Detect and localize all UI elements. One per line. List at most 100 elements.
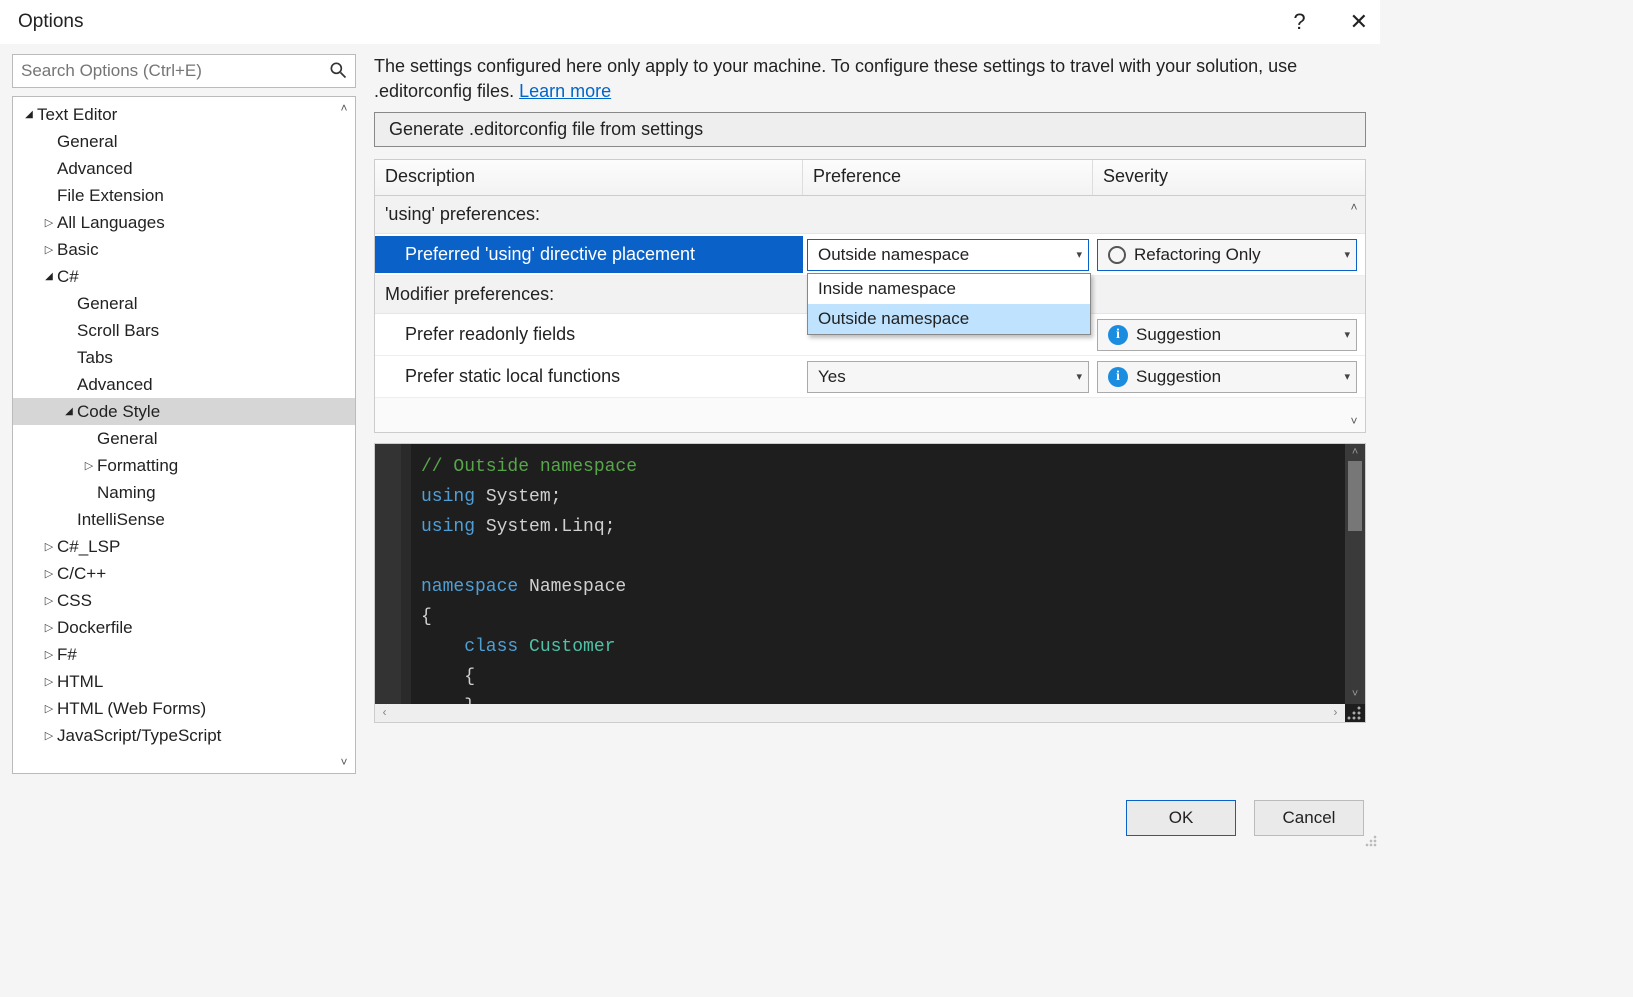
tree-item-label: General	[97, 429, 157, 449]
tree-item-label: F#	[57, 645, 77, 665]
tree-item[interactable]: ▷Scroll Bars	[13, 317, 355, 344]
tree-item-label: Formatting	[97, 456, 178, 476]
grid-header: Description Preference Severity	[375, 160, 1365, 196]
severity-dropdown[interactable]: Refactoring Only ▾	[1097, 239, 1357, 271]
generate-editorconfig-button[interactable]: Generate .editorconfig file from setting…	[374, 112, 1366, 147]
severity-none-icon	[1108, 246, 1126, 264]
tree-item[interactable]: ▷File Extension	[13, 182, 355, 209]
preference-dropdown[interactable]: Yes ▾	[807, 361, 1089, 393]
tree-item-label: C#_LSP	[57, 537, 120, 557]
scroll-down-icon[interactable]: ˅	[1352, 689, 1359, 701]
tree-item-label: C#	[57, 267, 79, 287]
expand-right-icon[interactable]: ▷	[41, 621, 57, 634]
chevron-down-icon: ▾	[1076, 370, 1082, 383]
chevron-down-icon: ▾	[1076, 248, 1082, 261]
expand-right-icon[interactable]: ▷	[41, 729, 57, 742]
severity-value: Suggestion	[1136, 325, 1336, 345]
search-icon[interactable]	[328, 60, 348, 80]
scrollbar-thumb[interactable]	[1348, 461, 1362, 531]
tree-item[interactable]: ▷HTML (Web Forms)	[13, 695, 355, 722]
tree-item[interactable]: ▷General	[13, 128, 355, 155]
tree-item[interactable]: ▷General	[13, 290, 355, 317]
severity-dropdown[interactable]: i Suggestion ▾	[1097, 319, 1357, 351]
tree-item[interactable]: ▷Naming	[13, 479, 355, 506]
expand-right-icon[interactable]: ▷	[41, 648, 57, 661]
row-using-directive-placement[interactable]: Preferred 'using' directive placement Ou…	[375, 234, 1365, 276]
tree-item[interactable]: ▷Basic	[13, 236, 355, 263]
severity-value: Refactoring Only	[1134, 245, 1336, 265]
tree-item[interactable]: ▷General	[13, 425, 355, 452]
scroll-up-icon[interactable]: ˄	[340, 101, 347, 115]
preference-dropdown[interactable]: Outside namespace ▾	[807, 239, 1089, 271]
tree-item[interactable]: ▷Tabs	[13, 344, 355, 371]
scroll-up-icon[interactable]: ˄	[1350, 200, 1357, 214]
col-severity[interactable]: Severity	[1093, 160, 1365, 195]
row-prefer-static-local-functions[interactable]: Prefer static local functions Yes ▾ i Su…	[375, 356, 1365, 398]
scroll-down-icon[interactable]: ˅	[340, 755, 347, 769]
scroll-up-icon[interactable]: ˄	[1352, 447, 1359, 459]
close-icon[interactable]: ✕	[1350, 9, 1368, 35]
expand-down-icon[interactable]: ◢	[61, 406, 77, 417]
tree-item[interactable]: ◢Text Editor	[13, 101, 355, 128]
tree-item[interactable]: ◢Code Style	[13, 398, 355, 425]
scroll-down-icon[interactable]: ˅	[1350, 414, 1357, 428]
tree-item[interactable]: ▷Formatting	[13, 452, 355, 479]
expand-right-icon[interactable]: ▷	[41, 216, 57, 229]
tree-item[interactable]: ▷Advanced	[13, 371, 355, 398]
preference-dropdown-popup[interactable]: Inside namespace Outside namespace	[807, 273, 1091, 335]
search-input[interactable]	[12, 54, 356, 88]
info-text: The settings configured here only apply …	[374, 54, 1366, 104]
tree-item[interactable]: ▷C#_LSP	[13, 533, 355, 560]
tree-item[interactable]: ▷CSS	[13, 587, 355, 614]
tree-item-label: Dockerfile	[57, 618, 133, 638]
cell-desc: Prefer static local functions	[375, 358, 803, 395]
tree-item-label: Naming	[97, 483, 156, 503]
col-description[interactable]: Description	[375, 160, 803, 195]
expand-right-icon[interactable]: ▷	[41, 540, 57, 553]
expand-right-icon[interactable]: ▷	[41, 567, 57, 580]
expand-right-icon[interactable]: ▷	[41, 243, 57, 256]
tree-scrollbar[interactable]: ˄ ˅	[335, 101, 353, 769]
option-outside-namespace[interactable]: Outside namespace	[808, 304, 1090, 334]
tree-item[interactable]: ▷Dockerfile	[13, 614, 355, 641]
tree-item[interactable]: ▷C/C++	[13, 560, 355, 587]
tree-item-label: HTML	[57, 672, 103, 692]
ok-button[interactable]: OK	[1126, 800, 1236, 836]
tree-item-label: Tabs	[77, 348, 113, 368]
help-icon[interactable]: ?	[1293, 9, 1305, 35]
code-preview: // Outside namespace using System; using…	[374, 443, 1366, 723]
expand-right-icon[interactable]: ▷	[41, 702, 57, 715]
expand-right-icon[interactable]: ▷	[81, 459, 97, 472]
expand-down-icon[interactable]: ◢	[21, 109, 37, 120]
severity-dropdown[interactable]: i Suggestion ▾	[1097, 361, 1357, 393]
tree-item-label: General	[77, 294, 137, 314]
options-tree[interactable]: ◢Text Editor▷General▷Advanced▷File Exten…	[12, 96, 356, 774]
tree-item[interactable]: ◢C#	[13, 263, 355, 290]
window-resize-grip-icon[interactable]	[1364, 834, 1378, 848]
code-scrollbar-horizontal[interactable]: ‹ ›	[375, 704, 1345, 722]
tree-item-label: HTML (Web Forms)	[57, 699, 206, 719]
cancel-button[interactable]: Cancel	[1254, 800, 1364, 836]
code-gutter	[375, 444, 401, 704]
learn-more-link[interactable]: Learn more	[519, 81, 611, 101]
tree-item[interactable]: ▷HTML	[13, 668, 355, 695]
col-preference[interactable]: Preference	[803, 160, 1093, 195]
cell-desc: Prefer readonly fields	[375, 316, 803, 353]
tree-item[interactable]: ▷F#	[13, 641, 355, 668]
tree-item[interactable]: ▷All Languages	[13, 209, 355, 236]
expand-right-icon[interactable]: ▷	[41, 675, 57, 688]
tree-item[interactable]: ▷JavaScript/TypeScript	[13, 722, 355, 749]
severity-value: Suggestion	[1136, 367, 1336, 387]
tree-item[interactable]: ▷Advanced	[13, 155, 355, 182]
scroll-right-icon[interactable]: ›	[1332, 706, 1339, 720]
code-lines: // Outside namespace using System; using…	[421, 452, 1341, 722]
resize-grip-icon[interactable]	[1345, 704, 1363, 722]
expand-down-icon[interactable]: ◢	[41, 271, 57, 282]
code-scrollbar-vertical[interactable]: ˄ ˅	[1345, 444, 1365, 704]
scroll-left-icon[interactable]: ‹	[381, 706, 388, 720]
tree-item-label: CSS	[57, 591, 92, 611]
option-inside-namespace[interactable]: Inside namespace	[808, 274, 1090, 304]
expand-right-icon[interactable]: ▷	[41, 594, 57, 607]
tree-item[interactable]: ▷IntelliSense	[13, 506, 355, 533]
grid-scrollbar[interactable]: ˄ ˅	[1345, 200, 1363, 428]
